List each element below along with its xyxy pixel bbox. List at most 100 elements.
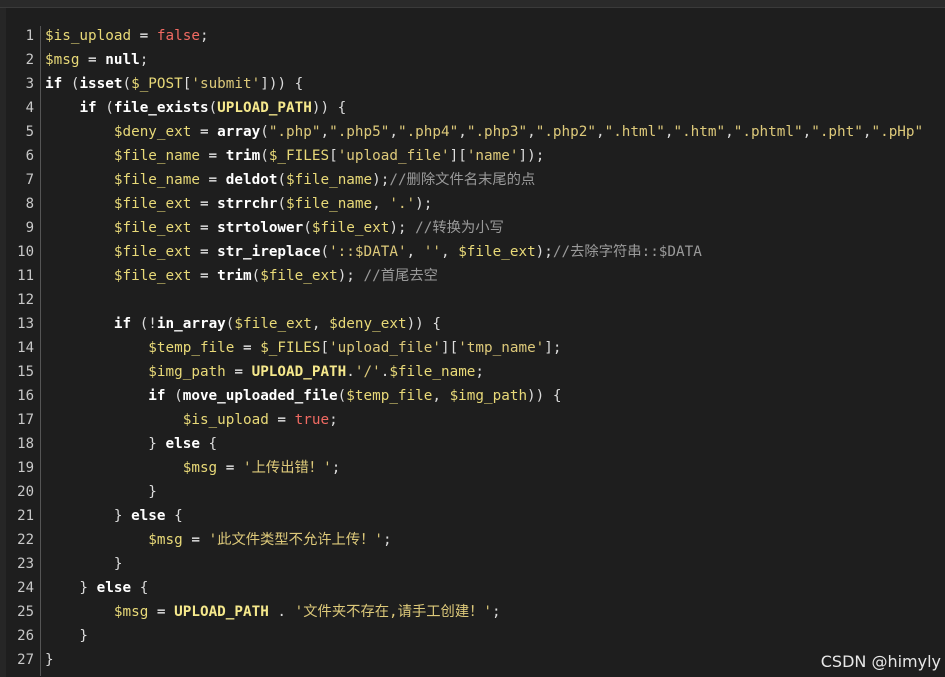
code-token: ; <box>329 412 338 428</box>
line-number-gutter: 1 2 3 4 5 6 7 8 9 10 11 12 13 14 15 16 17 18 19 20 21 22 23 24 2… <box>6 24 36 672</box>
code-line[interactable]: $file_name = trim($_FILES['upload_file']… <box>45 144 923 168</box>
code-line[interactable]: } <box>45 648 923 672</box>
code-token: $file_ext <box>113 220 192 236</box>
line-number: 18 <box>17 436 34 452</box>
line-number: 14 <box>17 340 34 356</box>
code-line[interactable]: $is_upload = true; <box>45 408 923 432</box>
code-line[interactable]: $msg = UPLOAD_PATH . '文件夹不存在,请手工创建！'; <box>45 600 923 624</box>
code-token: '文件夹不存在,请手工创建！' <box>294 604 493 620</box>
code-line[interactable]: $msg = '上传出错！'; <box>45 456 923 480</box>
code-line[interactable]: } else { <box>45 576 923 600</box>
code-token: array <box>217 124 261 140</box>
line-number: 5 <box>25 124 34 140</box>
code-token: ".php" <box>268 124 321 140</box>
code-editor[interactable]: 1 2 3 4 5 6 7 8 9 10 11 12 13 14 15 16 17 18 19 20 21 22 23 24 2… <box>0 8 945 677</box>
code-token: trim <box>217 268 252 284</box>
code-line[interactable]: if (file_exists(UPLOAD_PATH)) { <box>45 96 923 120</box>
code-token: ".php5" <box>329 124 390 140</box>
code-token: $file_name <box>389 364 476 380</box>
code-line[interactable]: $img_path = UPLOAD_PATH.'/'.$file_name; <box>45 360 923 384</box>
code-token: ); <box>337 268 364 284</box>
code-token: $file_ext <box>113 196 192 212</box>
code-token: 'name' <box>466 148 519 164</box>
line-number: 20 <box>17 484 34 500</box>
code-token: } <box>45 436 166 452</box>
gutter-separator <box>40 26 41 676</box>
code-line[interactable]: $msg = '此文件类型不允许上传！'; <box>45 528 923 552</box>
code-token: = <box>225 364 252 380</box>
code-token: '此文件类型不允许上传！' <box>208 532 384 548</box>
code-token: } <box>45 484 157 500</box>
code-token: //首尾去空 <box>363 268 438 284</box>
code-token: , <box>527 124 536 140</box>
code-token: } <box>45 628 89 644</box>
code-token: $temp_file <box>346 388 433 404</box>
code-token: else <box>96 580 132 596</box>
line-number: 19 <box>17 460 34 476</box>
code-token: = <box>191 196 218 212</box>
code-token: ][ <box>449 148 467 164</box>
code-token: '::$DATA' <box>329 244 407 260</box>
line-number: 25 <box>17 604 34 620</box>
line-number: 13 <box>17 316 34 332</box>
code-line[interactable]: $deny_ext = array(".php",".php5",".php4"… <box>45 120 923 144</box>
code-token: ( <box>260 148 269 164</box>
line-number: 15 <box>17 364 34 380</box>
code-line[interactable]: if (!in_array($file_ext, $deny_ext)) { <box>45 312 923 336</box>
code-token: , <box>320 124 330 140</box>
code-token: = <box>217 460 243 476</box>
code-line[interactable]: $is_upload = false; <box>45 24 923 48</box>
code-line[interactable] <box>45 288 923 312</box>
code-line[interactable]: } <box>45 624 923 648</box>
code-token: $deny_ext <box>113 124 192 140</box>
code-token: , <box>458 124 467 140</box>
code-token: $file_ext <box>234 316 312 332</box>
code-line[interactable]: if (move_uploaded_file($temp_file, $img_… <box>45 384 923 408</box>
code-token: = <box>191 268 218 284</box>
code-line[interactable]: } <box>45 480 923 504</box>
code-token: } <box>45 556 123 572</box>
code-token: $file_name <box>286 196 373 212</box>
code-line[interactable]: $file_name = deldot($file_name);//删除文件名末… <box>45 168 923 192</box>
code-line[interactable]: } <box>45 552 923 576</box>
code-line[interactable]: $file_ext = trim($file_ext); //首尾去空 <box>45 264 923 288</box>
code-line[interactable]: $file_ext = strrchr($file_name, '.'); <box>45 192 923 216</box>
code-token: ])) { <box>260 76 304 92</box>
code-token: $msg <box>182 460 218 476</box>
code-token: ]; <box>544 340 562 356</box>
line-number: 27 <box>17 652 34 668</box>
code-token: ( <box>337 388 347 404</box>
code-token: file_exists <box>113 100 209 116</box>
code-line[interactable]: if (isset($_POST['submit'])) { <box>45 72 923 96</box>
code-token: ( <box>277 172 287 188</box>
code-token: true <box>294 412 330 428</box>
line-number: 23 <box>17 556 34 572</box>
code-token: { <box>165 508 183 524</box>
code-token: ; <box>383 532 392 548</box>
code-line[interactable]: $msg = null; <box>45 48 923 72</box>
code-area[interactable]: $is_upload = false; $msg = null; if (isset… <box>45 24 923 672</box>
code-line[interactable]: $temp_file = $_FILES['upload_file']['tmp… <box>45 336 923 360</box>
code-line[interactable]: } else { <box>45 504 923 528</box>
code-line[interactable]: } else { <box>45 432 923 456</box>
code-token: ]); <box>518 148 545 164</box>
line-number: 11 <box>17 268 34 284</box>
code-token: = <box>199 148 226 164</box>
code-line[interactable]: $file_ext = str_ireplace('::$DATA', '', … <box>45 240 923 264</box>
code-token: ); <box>389 220 416 236</box>
code-token: null <box>105 52 140 68</box>
code-token: ".php4" <box>397 124 459 140</box>
code-token: strrchr <box>217 196 278 212</box>
code-token: , <box>389 124 398 140</box>
code-line[interactable]: $file_ext = strtolower($file_ext); //转换为… <box>45 216 923 240</box>
code-token: $file_name <box>113 172 200 188</box>
code-token: if <box>79 100 97 116</box>
code-token: = <box>199 172 226 188</box>
code-token: = <box>191 244 218 260</box>
